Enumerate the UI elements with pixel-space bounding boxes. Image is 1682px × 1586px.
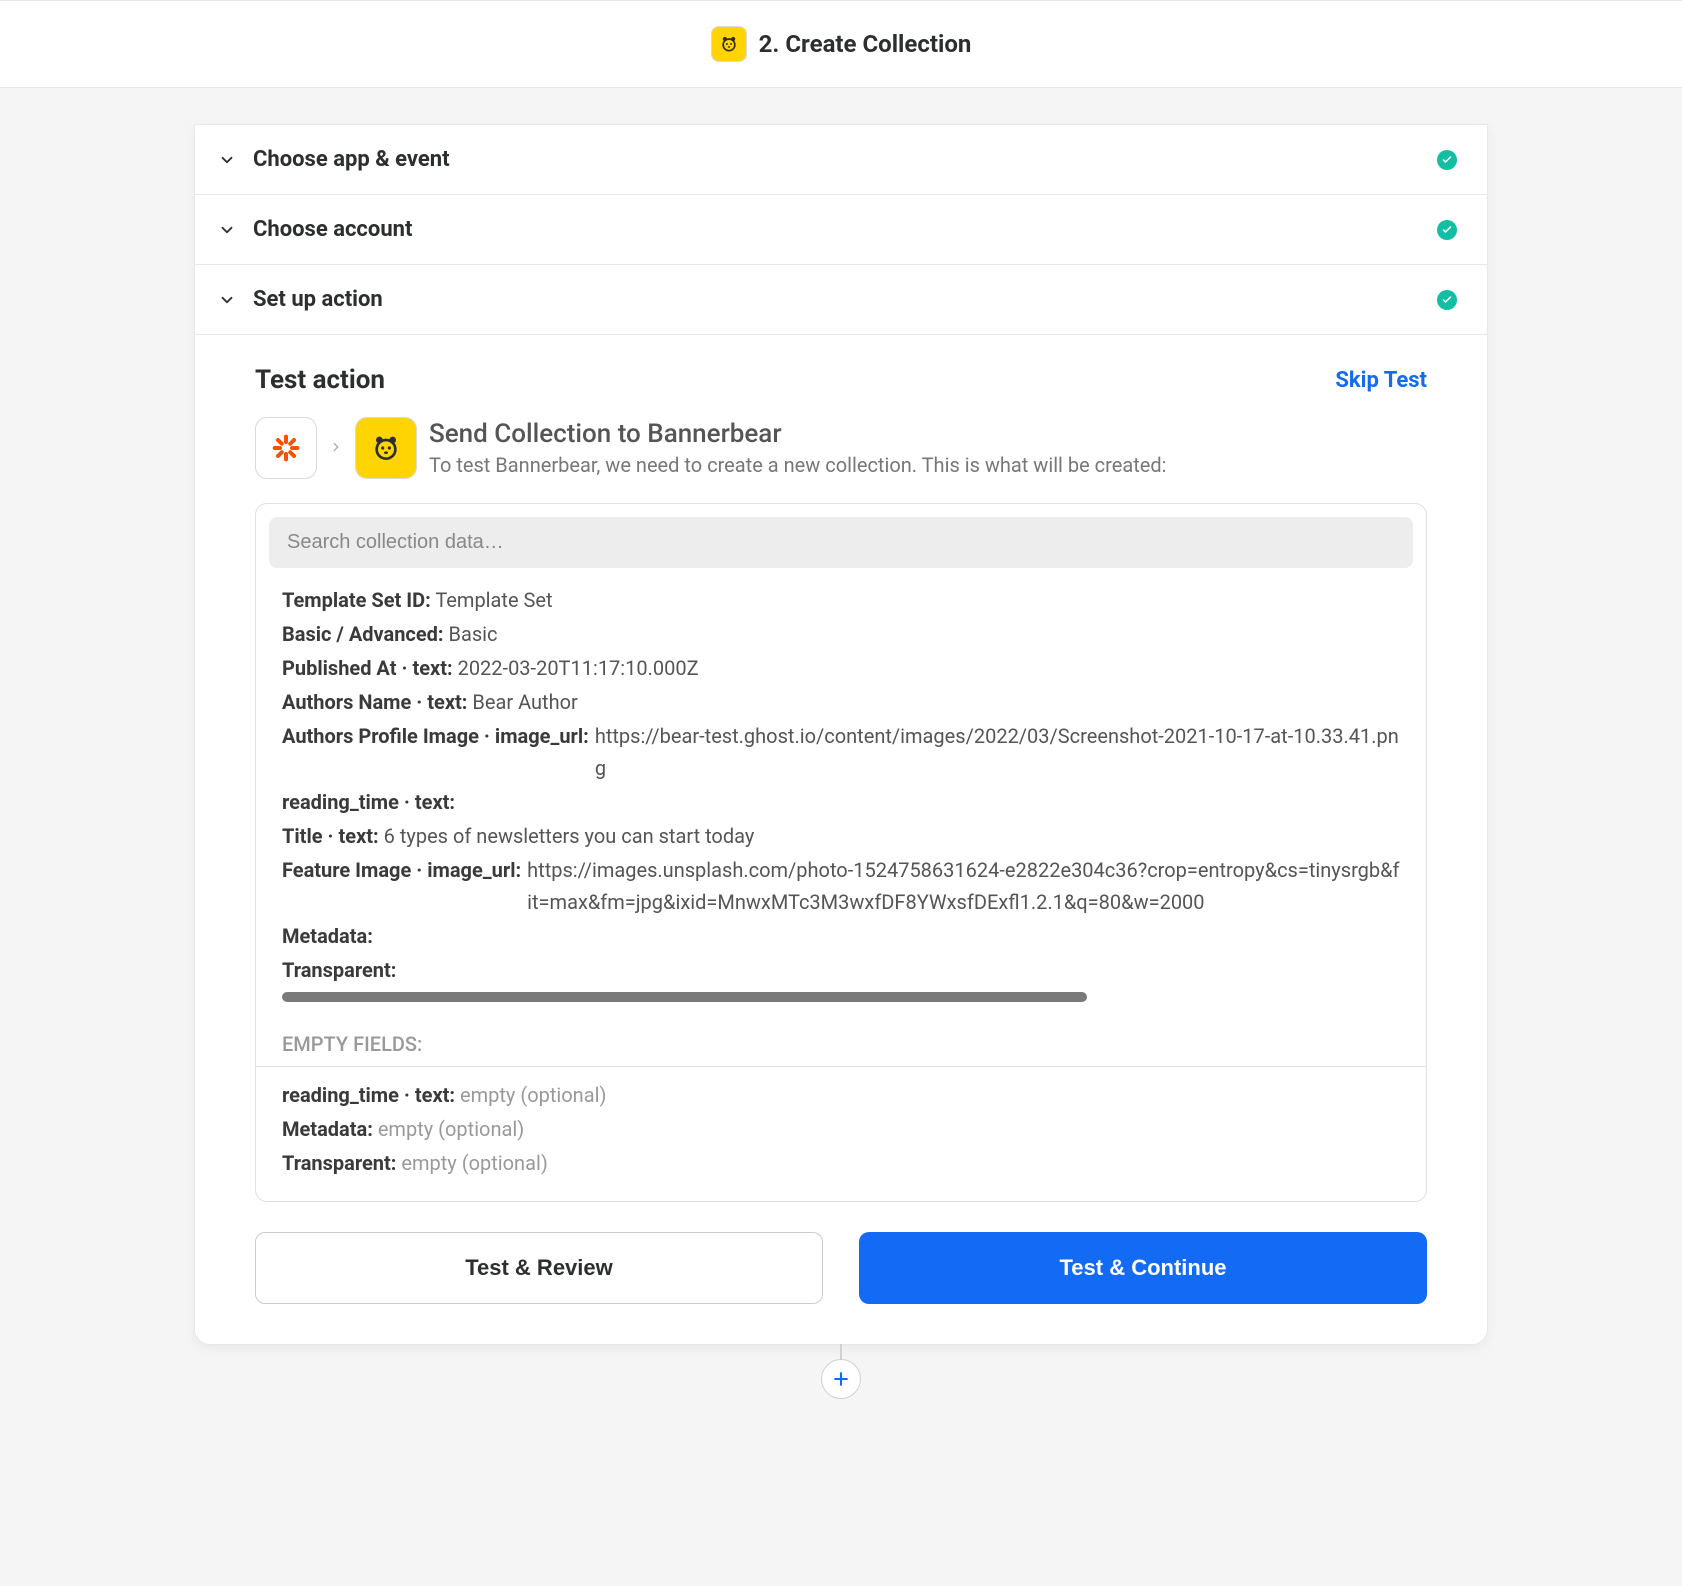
page-title: 2. Create Collection: [759, 30, 972, 58]
collection-data-panel: Template Set ID: Template Set Basic / Ad…: [255, 503, 1427, 1202]
empty-fields-header: EMPTY FIELDS:: [256, 1006, 1426, 1066]
bannerbear-icon: [711, 26, 747, 62]
plus-icon: [831, 1369, 851, 1389]
scrollbar-thumb[interactable]: [282, 992, 1087, 1002]
test-action-section: Test action Skip Test: [195, 335, 1487, 1344]
data-row: Template Set ID: Template Set: [282, 584, 1400, 616]
zapier-icon: [255, 417, 317, 479]
top-header-bar: 2. Create Collection: [0, 0, 1682, 88]
data-row: Basic / Advanced: Basic: [282, 618, 1400, 650]
search-input[interactable]: [287, 531, 1395, 554]
skip-test-link[interactable]: Skip Test: [1335, 368, 1427, 393]
check-icon: [1437, 290, 1457, 310]
section-setup-action[interactable]: Set up action: [195, 265, 1487, 335]
chevron-right-icon: [329, 438, 343, 459]
check-icon: [1437, 220, 1457, 240]
section-label: Choose account: [253, 217, 1437, 242]
chevron-down-icon: [217, 150, 237, 170]
step-card: Choose app & event Choose account Set up…: [194, 124, 1488, 1345]
test-review-button[interactable]: Test & Review: [255, 1232, 823, 1304]
data-row: Published At · text: 2022-03-20T11:17:10…: [282, 652, 1400, 684]
data-row: reading_time · text: empty (optional): [282, 1079, 1400, 1111]
chevron-down-icon: [217, 290, 237, 310]
chevron-down-icon: [217, 220, 237, 240]
test-action-title: Test action: [255, 365, 385, 395]
add-step-button[interactable]: [821, 1359, 861, 1399]
data-row: Transparent:: [282, 954, 1400, 986]
data-row: Transparent: empty (optional): [282, 1147, 1400, 1179]
data-row: Authors Name · text: Bear Author: [282, 686, 1400, 718]
section-choose-app[interactable]: Choose app & event: [195, 125, 1487, 195]
flow-description: To test Bannerbear, we need to create a …: [429, 453, 1427, 477]
data-row: Metadata: empty (optional): [282, 1113, 1400, 1145]
section-label: Set up action: [253, 287, 1437, 312]
section-label: Choose app & event: [253, 147, 1437, 172]
test-continue-button[interactable]: Test & Continue: [859, 1232, 1427, 1304]
data-row: Feature Image · image_url: https://image…: [282, 854, 1400, 918]
flow-title: Send Collection to Bannerbear: [429, 419, 1427, 449]
data-row: Metadata:: [282, 920, 1400, 952]
check-icon: [1437, 150, 1457, 170]
search-box: [269, 517, 1413, 568]
data-row: Title · text: 6 types of newsletters you…: [282, 820, 1400, 852]
data-row: reading_time · text:: [282, 786, 1400, 818]
section-choose-account[interactable]: Choose account: [195, 195, 1487, 265]
bannerbear-icon: [355, 417, 417, 479]
data-row: Authors Profile Image · image_url: https…: [282, 720, 1400, 784]
